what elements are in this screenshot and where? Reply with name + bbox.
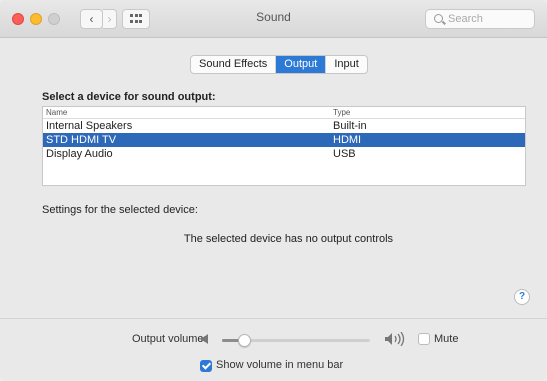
column-header-type[interactable]: Type — [333, 108, 350, 117]
search-field[interactable]: Search — [425, 9, 535, 29]
settings-label: Settings for the selected device: — [42, 204, 198, 216]
search-placeholder: Search — [448, 13, 483, 25]
output-volume-slider[interactable] — [222, 334, 370, 347]
device-type: USB — [333, 148, 356, 160]
output-device-list[interactable]: Name Type Internal Speakers Built-in STD… — [42, 106, 526, 186]
volume-slider-thumb[interactable] — [238, 334, 251, 347]
speaker-high-icon — [385, 332, 405, 346]
column-header-name[interactable]: Name — [46, 108, 67, 117]
device-row[interactable]: Display Audio USB — [43, 147, 525, 161]
device-name: STD HDMI TV — [46, 134, 117, 146]
help-button[interactable]: ? — [514, 289, 530, 305]
tab-bar: Sound Effects Output Input — [190, 55, 368, 74]
tab-output[interactable]: Output — [276, 56, 327, 73]
output-volume-label: Output volume: — [132, 333, 207, 345]
titlebar: ‹ › Sound Search — [0, 0, 547, 38]
sound-preferences-window: ‹ › Sound Search Sound Effects Output In… — [0, 0, 547, 381]
device-name: Display Audio — [46, 148, 113, 160]
tab-sound-effects[interactable]: Sound Effects — [191, 56, 277, 73]
mute-label: Mute — [434, 333, 459, 345]
no-output-controls-message: The selected device has no output contro… — [183, 233, 394, 245]
device-row-selected[interactable]: STD HDMI TV HDMI — [43, 133, 525, 147]
tab-input[interactable]: Input — [326, 56, 366, 73]
mute-checkbox[interactable] — [418, 333, 430, 345]
show-volume-menu-bar-checkbox[interactable] — [200, 360, 212, 372]
divider — [0, 318, 547, 319]
device-type: HDMI — [333, 134, 362, 146]
list-header: Name Type — [43, 107, 525, 119]
select-device-label: Select a device for sound output: — [42, 91, 216, 103]
show-volume-menu-bar-label: Show volume in menu bar — [216, 359, 344, 371]
search-icon — [434, 14, 443, 23]
device-type: Built-in — [333, 120, 367, 132]
device-row[interactable]: Internal Speakers Built-in — [43, 119, 525, 133]
device-name: Internal Speakers — [46, 120, 133, 132]
speaker-low-icon — [201, 334, 208, 344]
